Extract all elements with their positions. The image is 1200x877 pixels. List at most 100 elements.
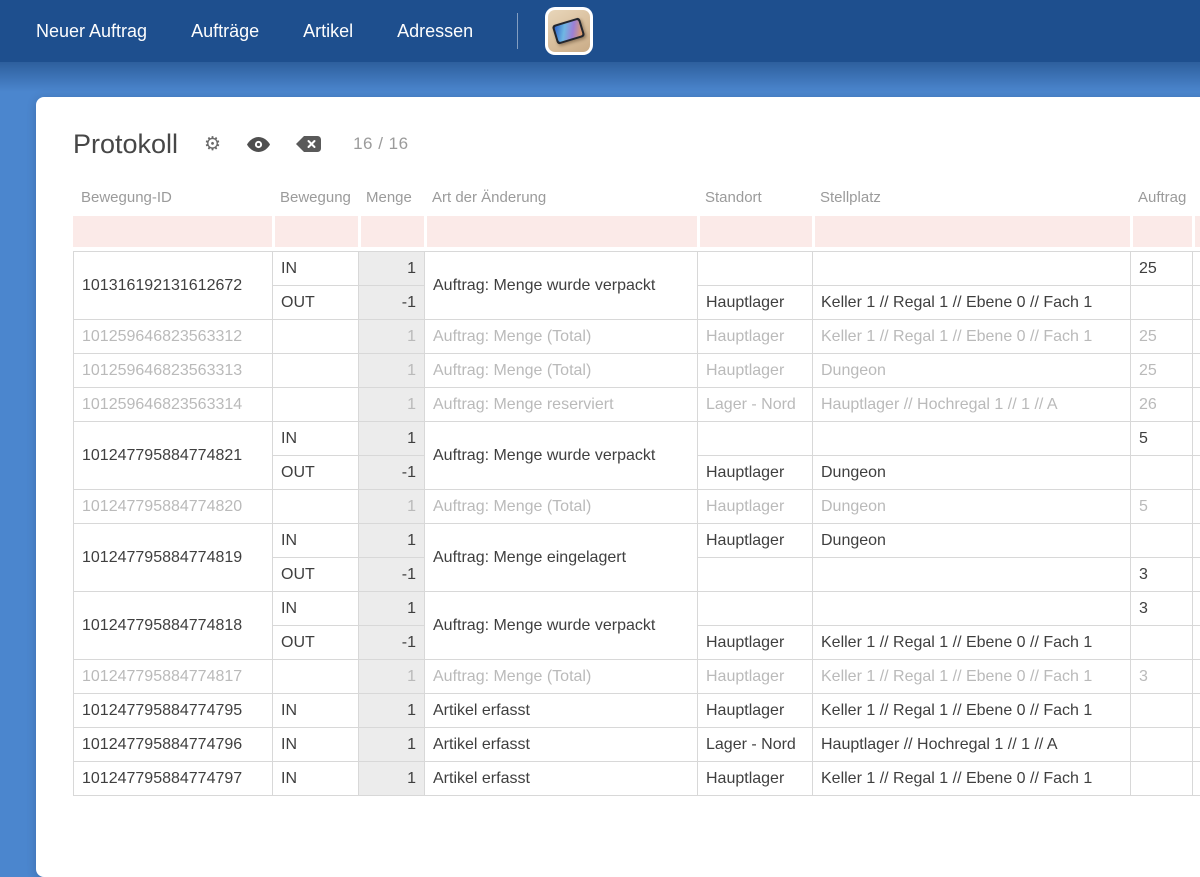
table-row[interactable]: 1012596468235633141Auftrag: Menge reserv… (74, 388, 1200, 422)
cell-auftrag (1131, 524, 1193, 558)
cell-extra (1193, 354, 1200, 388)
nav-item-auftraege[interactable]: Aufträge (191, 21, 259, 42)
row-counter: 16 / 16 (353, 134, 409, 154)
cell-bewegung: IN (273, 762, 359, 796)
table-row[interactable]: 1012596468235633131Auftrag: Menge (Total… (74, 354, 1200, 388)
cell-menge: -1 (359, 286, 425, 320)
cell-standort (698, 558, 813, 592)
cell-extra (1193, 660, 1200, 694)
cell-menge: 1 (359, 490, 425, 524)
cell-standort: Hauptlager (698, 286, 813, 320)
cell-auftrag (1131, 694, 1193, 728)
cell-menge: 1 (359, 354, 425, 388)
cell-bewegung-id: 101247795884774821 (74, 422, 273, 490)
col-header-5[interactable]: Stellplatz (812, 189, 1130, 216)
cell-auftrag: 25 (1131, 320, 1193, 354)
cell-standort: Hauptlager (698, 354, 813, 388)
filter-input-6[interactable] (1130, 216, 1192, 247)
cell-extra (1193, 762, 1200, 796)
clear-filter-icon[interactable] (296, 132, 321, 156)
filter-input-2[interactable] (358, 216, 424, 247)
nav-item-neuer-auftrag[interactable]: Neuer Auftrag (36, 21, 147, 42)
cell-standort: Lager - Nord (698, 728, 813, 762)
table-row[interactable]: 101247795884774797IN1Artikel erfasstHaup… (74, 762, 1200, 796)
col-header-6[interactable]: Auftrag (1130, 189, 1192, 216)
filter-input-0[interactable] (73, 216, 272, 247)
cell-auftrag: 25 (1131, 252, 1193, 286)
table-row[interactable]: 101247795884774795IN1Artikel erfasstHaup… (74, 694, 1200, 728)
table-row[interactable]: 1012477958847748171Auftrag: Menge (Total… (74, 660, 1200, 694)
cell-menge: -1 (359, 626, 425, 660)
cell-extra (1193, 388, 1200, 422)
nav-divider (517, 13, 518, 49)
cell-extra (1193, 252, 1200, 286)
filter-input-5[interactable] (812, 216, 1130, 247)
nav-item-adressen[interactable]: Adressen (397, 21, 473, 42)
background-gradient-strip (0, 62, 1200, 92)
table-row[interactable]: 101247795884774818IN1Auftrag: Menge wurd… (74, 592, 1200, 626)
cell-art: Auftrag: Menge wurde verpackt (425, 592, 698, 660)
cell-menge: 1 (359, 252, 425, 286)
cell-stellplatz: Keller 1 // Regal 1 // Ebene 0 // Fach 1 (813, 694, 1131, 728)
cell-auftrag (1131, 728, 1193, 762)
cell-auftrag (1131, 286, 1193, 320)
cell-bewegung-id: 101247795884774819 (74, 524, 273, 592)
cell-auftrag: 25 (1131, 354, 1193, 388)
cell-standort: Hauptlager (698, 320, 813, 354)
col-header-0[interactable]: Bewegung-ID (73, 189, 272, 216)
col-header-4[interactable]: Standort (697, 189, 812, 216)
tablet-photo-icon[interactable] (545, 7, 593, 55)
nav-item-artikel[interactable]: Artikel (303, 21, 353, 42)
col-header-1[interactable]: Bewegung (272, 189, 358, 216)
cell-stellplatz (813, 558, 1131, 592)
table-row[interactable]: 101247795884774821IN1Auftrag: Menge wurd… (74, 422, 1200, 456)
filter-input-1[interactable] (272, 216, 358, 247)
cell-art: Auftrag: Menge eingelagert (425, 524, 698, 592)
eye-icon[interactable] (247, 132, 270, 156)
cell-standort: Hauptlager (698, 626, 813, 660)
cell-stellplatz: Dungeon (813, 354, 1131, 388)
cell-extra (1193, 558, 1200, 592)
table-row[interactable]: 101247795884774819IN1Auftrag: Menge eing… (74, 524, 1200, 558)
col-header-3[interactable]: Art der Änderung (424, 189, 697, 216)
table-row[interactable]: 1012477958847748201Auftrag: Menge (Total… (74, 490, 1200, 524)
col-header-7[interactable]: L (1192, 189, 1200, 216)
table-row[interactable]: 1012596468235633121Auftrag: Menge (Total… (74, 320, 1200, 354)
cell-auftrag: 3 (1131, 660, 1193, 694)
table-row[interactable]: 101316192131612672IN1Auftrag: Menge wurd… (74, 252, 1200, 286)
cell-extra (1193, 694, 1200, 728)
cell-bewegung-id: 101259646823563314 (74, 388, 273, 422)
filter-row (73, 216, 1200, 247)
cell-bewegung: IN (273, 252, 359, 286)
filter-input-3[interactable] (424, 216, 697, 247)
cell-menge: 1 (359, 422, 425, 456)
cell-stellplatz: Keller 1 // Regal 1 // Ebene 0 // Fach 1 (813, 660, 1131, 694)
cell-standort (698, 592, 813, 626)
cell-extra (1193, 286, 1200, 320)
cell-extra (1193, 524, 1200, 558)
cell-bewegung: IN (273, 592, 359, 626)
filter-input-4[interactable] (697, 216, 812, 247)
table-row[interactable]: 101247795884774796IN1Artikel erfasstLage… (74, 728, 1200, 762)
cell-bewegung: IN (273, 694, 359, 728)
col-header-2[interactable]: Menge (358, 189, 424, 216)
filter-input-7[interactable] (1192, 216, 1200, 247)
cell-standort: Hauptlager (698, 694, 813, 728)
cell-art: Artikel erfasst (425, 694, 698, 728)
cell-bewegung (273, 490, 359, 524)
cell-bewegung-id: 101247795884774817 (74, 660, 273, 694)
cell-menge: -1 (359, 456, 425, 490)
cell-menge: 1 (359, 388, 425, 422)
cell-art: Auftrag: Menge wurde verpackt (425, 422, 698, 490)
cell-bewegung: IN (273, 422, 359, 456)
cell-auftrag: 3 (1131, 558, 1193, 592)
cell-art: Artikel erfasst (425, 762, 698, 796)
cell-menge: 1 (359, 728, 425, 762)
cell-auftrag (1131, 456, 1193, 490)
cell-bewegung: OUT (273, 626, 359, 660)
cell-stellplatz (813, 252, 1131, 286)
cell-stellplatz (813, 422, 1131, 456)
cell-extra (1193, 456, 1200, 490)
cell-standort: Hauptlager (698, 490, 813, 524)
gear-icon[interactable]: ⚙ (204, 132, 221, 156)
